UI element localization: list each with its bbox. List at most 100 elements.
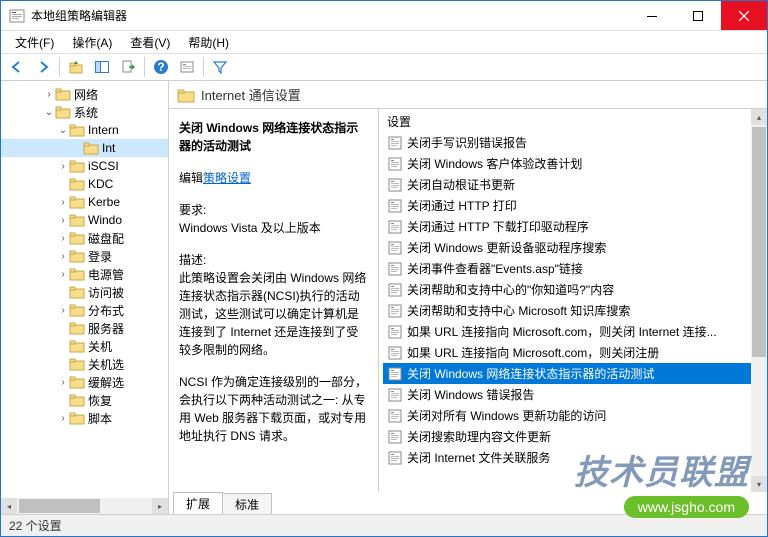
scroll-up-button[interactable]: ▴ [751,109,767,125]
tree-item[interactable]: Int [1,139,168,157]
setting-item[interactable]: 关闭帮助和支持中心的"你知道吗?"内容 [383,279,767,300]
setting-item[interactable]: 关闭自动根证书更新 [383,174,767,195]
tab-extended[interactable]: 扩展 [173,492,223,514]
description-label: 描述: [179,251,368,269]
folder-icon [69,123,85,137]
setting-item[interactable]: 关闭 Windows 错误报告 [383,384,767,405]
expand-icon[interactable]: › [57,197,69,208]
scroll-down-button[interactable]: ▾ [751,476,767,492]
close-button[interactable] [721,1,767,30]
tree-item[interactable]: 关机 [1,337,168,355]
policy-icon [387,450,403,466]
expand-icon[interactable]: › [57,233,69,244]
folder-icon [69,303,85,317]
setting-item[interactable]: 如果 URL 连接指向 Microsoft.com，则关闭注册 [383,342,767,363]
tree-item[interactable]: ›电源管 [1,265,168,283]
setting-label: 关闭 Windows 更新设备驱动程序搜索 [407,239,606,256]
settings-vscrollbar[interactable]: ▴ ▾ [751,109,767,492]
tree-item[interactable]: KDC [1,175,168,193]
back-button[interactable] [5,55,29,79]
tree-item[interactable]: 恢复 [1,391,168,409]
forward-button[interactable] [31,55,55,79]
setting-label: 如果 URL 连接指向 Microsoft.com，则关闭注册 [407,344,659,361]
setting-item[interactable]: 关闭通过 HTTP 打印 [383,195,767,216]
help-button[interactable]: ? [149,55,173,79]
tree-item[interactable]: ›磁盘配 [1,229,168,247]
export-button[interactable] [116,55,140,79]
tree-item[interactable]: ⌄系统 [1,103,168,121]
tree-item[interactable]: ⌄Intern [1,121,168,139]
setting-label: 关闭自动根证书更新 [407,176,515,193]
menu-action[interactable]: 操作(A) [64,32,120,53]
tree-item[interactable]: ›缓解选 [1,373,168,391]
tree-item[interactable]: ›Windo [1,211,168,229]
filter-button[interactable] [208,55,232,79]
expand-icon[interactable]: › [57,215,69,226]
edit-policy-link[interactable]: 策略设置 [203,171,251,185]
collapse-icon[interactable]: ⌄ [57,125,69,136]
setting-item[interactable]: 关闭对所有 Windows 更新功能的访问 [383,405,767,426]
scroll-left-button[interactable]: ◂ [1,498,17,514]
tree-item[interactable]: ›网络 [1,85,168,103]
tree-item[interactable]: ›分布式 [1,301,168,319]
tree-item[interactable]: 关机选 [1,355,168,373]
folder-icon [69,357,85,371]
setting-item[interactable]: 关闭 Windows 网络连接状态指示器的活动测试 [383,363,767,384]
folder-icon [69,249,85,263]
scroll-right-button[interactable]: ▸ [152,498,168,514]
tab-standard[interactable]: 标准 [222,493,272,514]
folder-icon [69,213,85,227]
tree-item-label: 访问被 [88,284,124,301]
tree-hscrollbar[interactable]: ◂ ▸ [1,498,168,514]
menu-help[interactable]: 帮助(H) [180,32,237,53]
maximize-button[interactable] [675,1,721,30]
setting-item[interactable]: 关闭帮助和支持中心 Microsoft 知识库搜索 [383,300,767,321]
menu-file[interactable]: 文件(F) [7,32,62,53]
path-label: Internet 通信设置 [201,85,301,104]
menubar: 文件(F) 操作(A) 查看(V) 帮助(H) [1,31,767,53]
properties-button[interactable] [175,55,199,79]
setting-item[interactable]: 关闭事件查看器"Events.asp"链接 [383,258,767,279]
expand-icon[interactable]: › [57,251,69,262]
expand-icon[interactable]: › [57,305,69,316]
setting-label: 关闭 Windows 错误报告 [407,386,534,403]
tree-item[interactable]: ›iSCSI [1,157,168,175]
menu-view[interactable]: 查看(V) [122,32,178,53]
setting-label: 关闭对所有 Windows 更新功能的访问 [407,407,606,424]
expand-icon[interactable]: › [57,269,69,280]
statusbar: 22 个设置 [1,514,767,536]
folder-icon [55,87,71,101]
expand-icon[interactable]: › [43,89,55,100]
tree-item[interactable]: ›Kerbe [1,193,168,211]
toolbar: ? [1,53,767,81]
tree-item[interactable]: ›登录 [1,247,168,265]
path-header: Internet 通信设置 [169,81,767,109]
tree-item[interactable]: 服务器 [1,319,168,337]
setting-label: 关闭事件查看器"Events.asp"链接 [407,260,583,277]
requirements-text: Windows Vista 及以上版本 [179,219,368,237]
up-button[interactable] [64,55,88,79]
policy-icon [387,156,403,172]
setting-item[interactable]: 关闭 Internet 文件关联服务 [383,447,767,468]
tree-item-label: 脚本 [88,410,112,427]
settings-column-header[interactable]: 设置 [379,109,767,132]
collapse-icon[interactable]: ⌄ [43,107,55,118]
minimize-button[interactable] [629,1,675,30]
setting-item[interactable]: 关闭 Windows 更新设备驱动程序搜索 [383,237,767,258]
show-hide-tree-button[interactable] [90,55,114,79]
folder-icon [69,159,85,173]
expand-icon[interactable]: › [57,161,69,172]
tree-item[interactable]: › 脚本 [1,409,168,427]
setting-item[interactable]: 关闭搜索助理内容文件更新 [383,426,767,447]
setting-item[interactable]: 关闭 Windows 客户体验改善计划 [383,153,767,174]
folder-icon [83,141,99,155]
expand-icon[interactable]: › [57,413,69,424]
setting-item[interactable]: 如果 URL 连接指向 Microsoft.com，则关闭 Internet 连… [383,321,767,342]
setting-item[interactable]: 关闭通过 HTTP 下载打印驱动程序 [383,216,767,237]
expand-icon[interactable]: › [57,377,69,388]
setting-item[interactable]: 关闭手写识别错误报告 [383,132,767,153]
folder-icon [55,105,71,119]
tree-item[interactable]: 访问被 [1,283,168,301]
policy-icon [387,219,403,235]
policy-icon [387,240,403,256]
